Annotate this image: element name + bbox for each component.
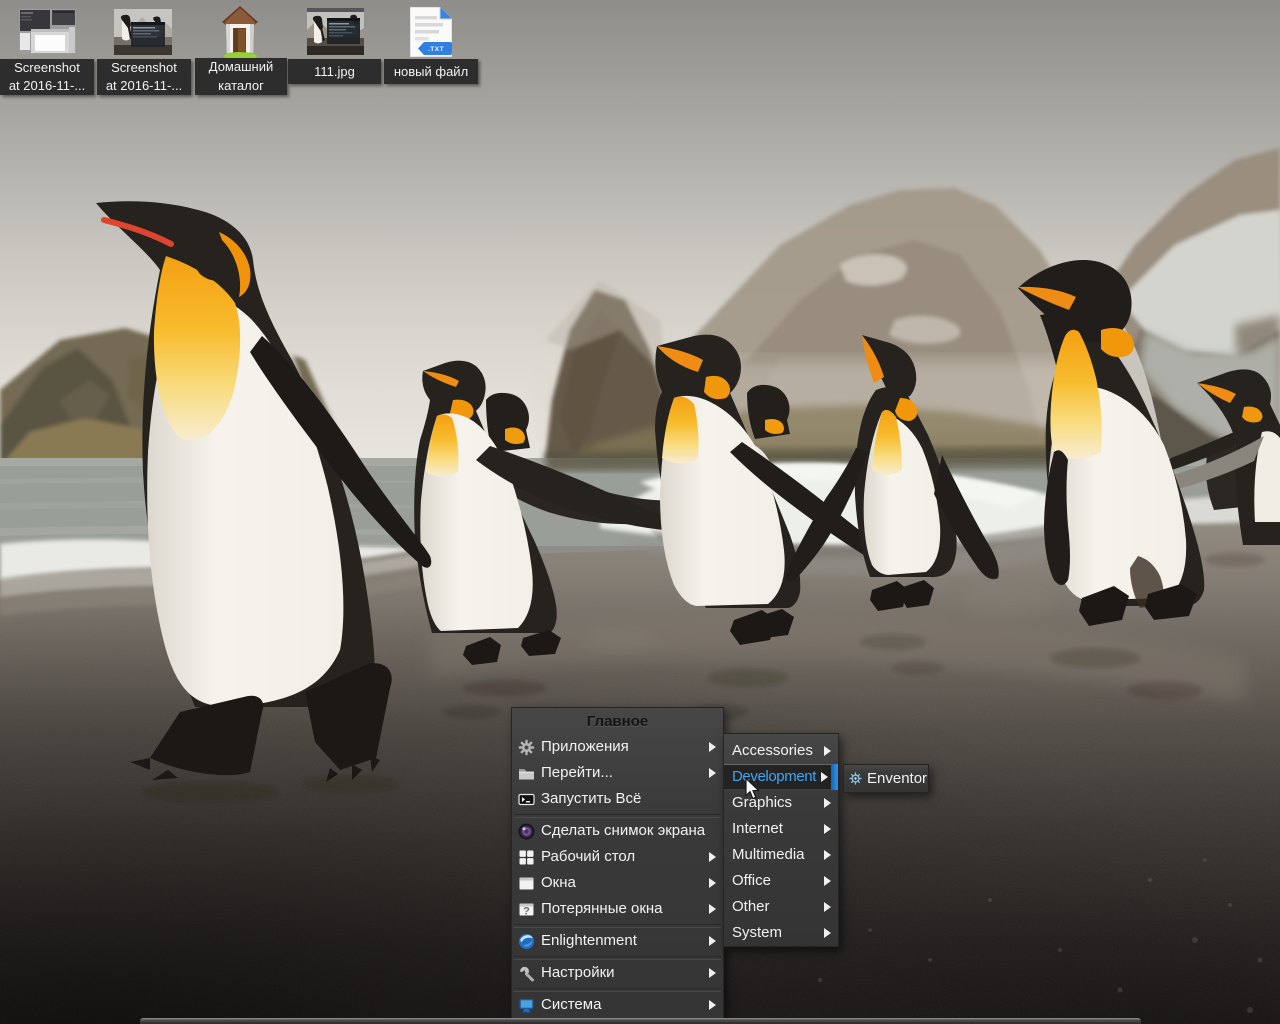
svg-text:.TXT: .TXT: [428, 46, 444, 53]
svg-text:?: ?: [523, 906, 530, 918]
